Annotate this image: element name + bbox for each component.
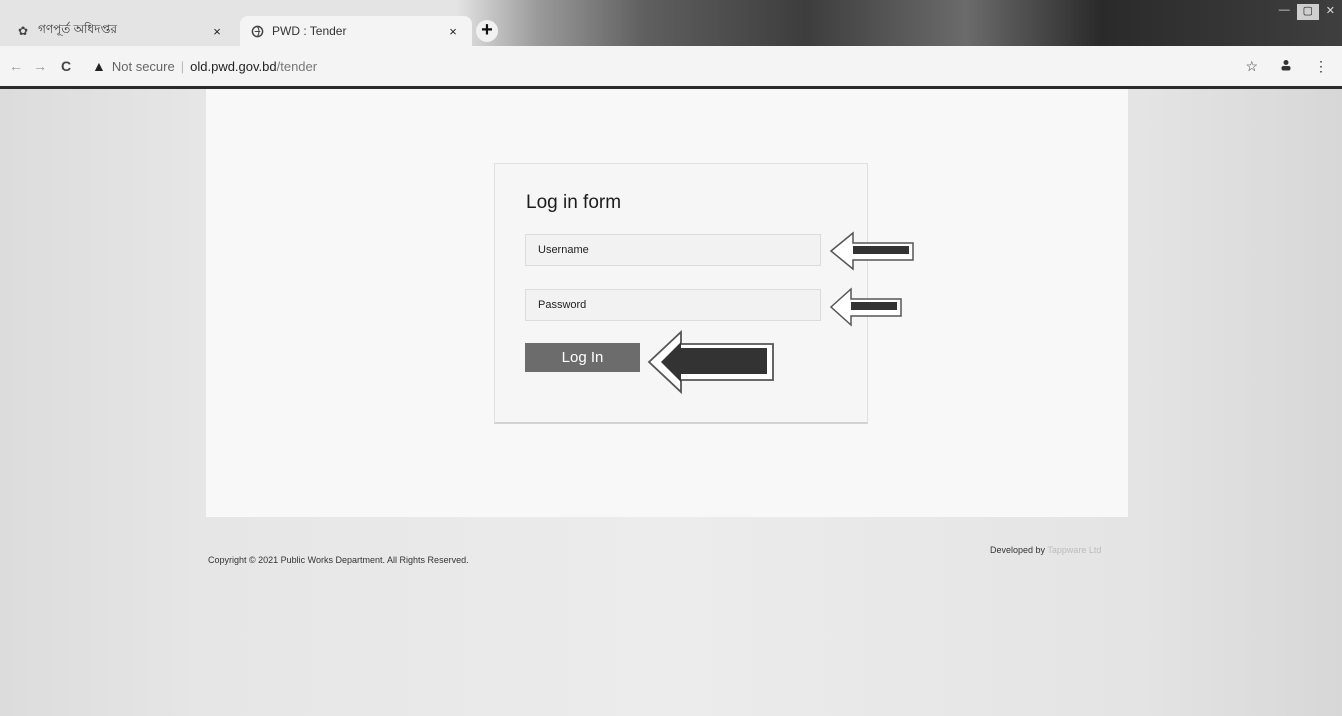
new-tab-button[interactable]: +: [476, 20, 498, 42]
reload-icon[interactable]: C: [58, 58, 74, 74]
security-status[interactable]: Not secure: [112, 59, 175, 74]
tab-pwd-bangla[interactable]: ✿ গণপূর্ত অধিদপ্তর ×: [6, 16, 236, 46]
username-input[interactable]: [525, 234, 821, 266]
form-title: Log in form: [526, 192, 622, 213]
warning-icon[interactable]: ▲: [92, 58, 106, 74]
browser-tab-strip: ✿ গণপূর্ত অধিদপ্তর × PWD : Tender × + — …: [0, 0, 1342, 46]
developer-credit: Developed by Tappware Ltd: [990, 545, 1101, 555]
pwd-favicon-icon: ✿: [17, 24, 29, 38]
back-icon[interactable]: ←: [8, 58, 24, 74]
url-path: /tender: [276, 58, 318, 74]
star-icon[interactable]: ☆: [1245, 58, 1258, 75]
url-host: old.pwd.gov.bd: [190, 58, 277, 74]
maximize-icon[interactable]: ▢: [1296, 4, 1319, 20]
arrow-pointer-icon: [829, 287, 902, 327]
page-body: Log in form Log In Copyright © 2021 Publ…: [0, 89, 1342, 716]
tab-pwd-tender[interactable]: PWD : Tender ×: [240, 16, 472, 46]
login-form: Log in form Log In: [494, 163, 914, 424]
browser-toolbar: ← → C ▲ Not secure | old.pwd.gov.bd/tend…: [0, 46, 1342, 86]
password-input[interactable]: [525, 289, 821, 321]
tab-label: PWD : Tender: [272, 24, 347, 38]
arrow-pointer-icon: [829, 231, 914, 271]
close-icon[interactable]: ×: [444, 24, 462, 39]
minimize-icon[interactable]: —: [1276, 4, 1293, 20]
login-button[interactable]: Log In: [525, 343, 640, 372]
address-bar[interactable]: old.pwd.gov.bd/tender: [190, 59, 317, 74]
profile-icon[interactable]: [1280, 58, 1292, 74]
content-container: Log in form Log In: [206, 89, 1128, 517]
developed-by-label: Developed by: [990, 545, 1046, 555]
window-controls: — ▢ ✕: [1276, 4, 1338, 20]
url-separator: |: [180, 58, 185, 74]
tab-label: গণপূর্ত অধিদপ্তর: [38, 22, 117, 36]
close-window-icon[interactable]: ✕: [1323, 4, 1338, 20]
arrow-pointer-icon: [647, 330, 774, 395]
menu-kebab-icon[interactable]: ⋮: [1314, 58, 1328, 75]
globe-icon: [250, 24, 264, 38]
close-icon[interactable]: ×: [208, 24, 226, 39]
copyright-text: Copyright © 2021 Public Works Department…: [208, 555, 469, 565]
developer-link[interactable]: Tappware Ltd: [1047, 545, 1101, 555]
forward-icon[interactable]: →: [32, 58, 48, 74]
